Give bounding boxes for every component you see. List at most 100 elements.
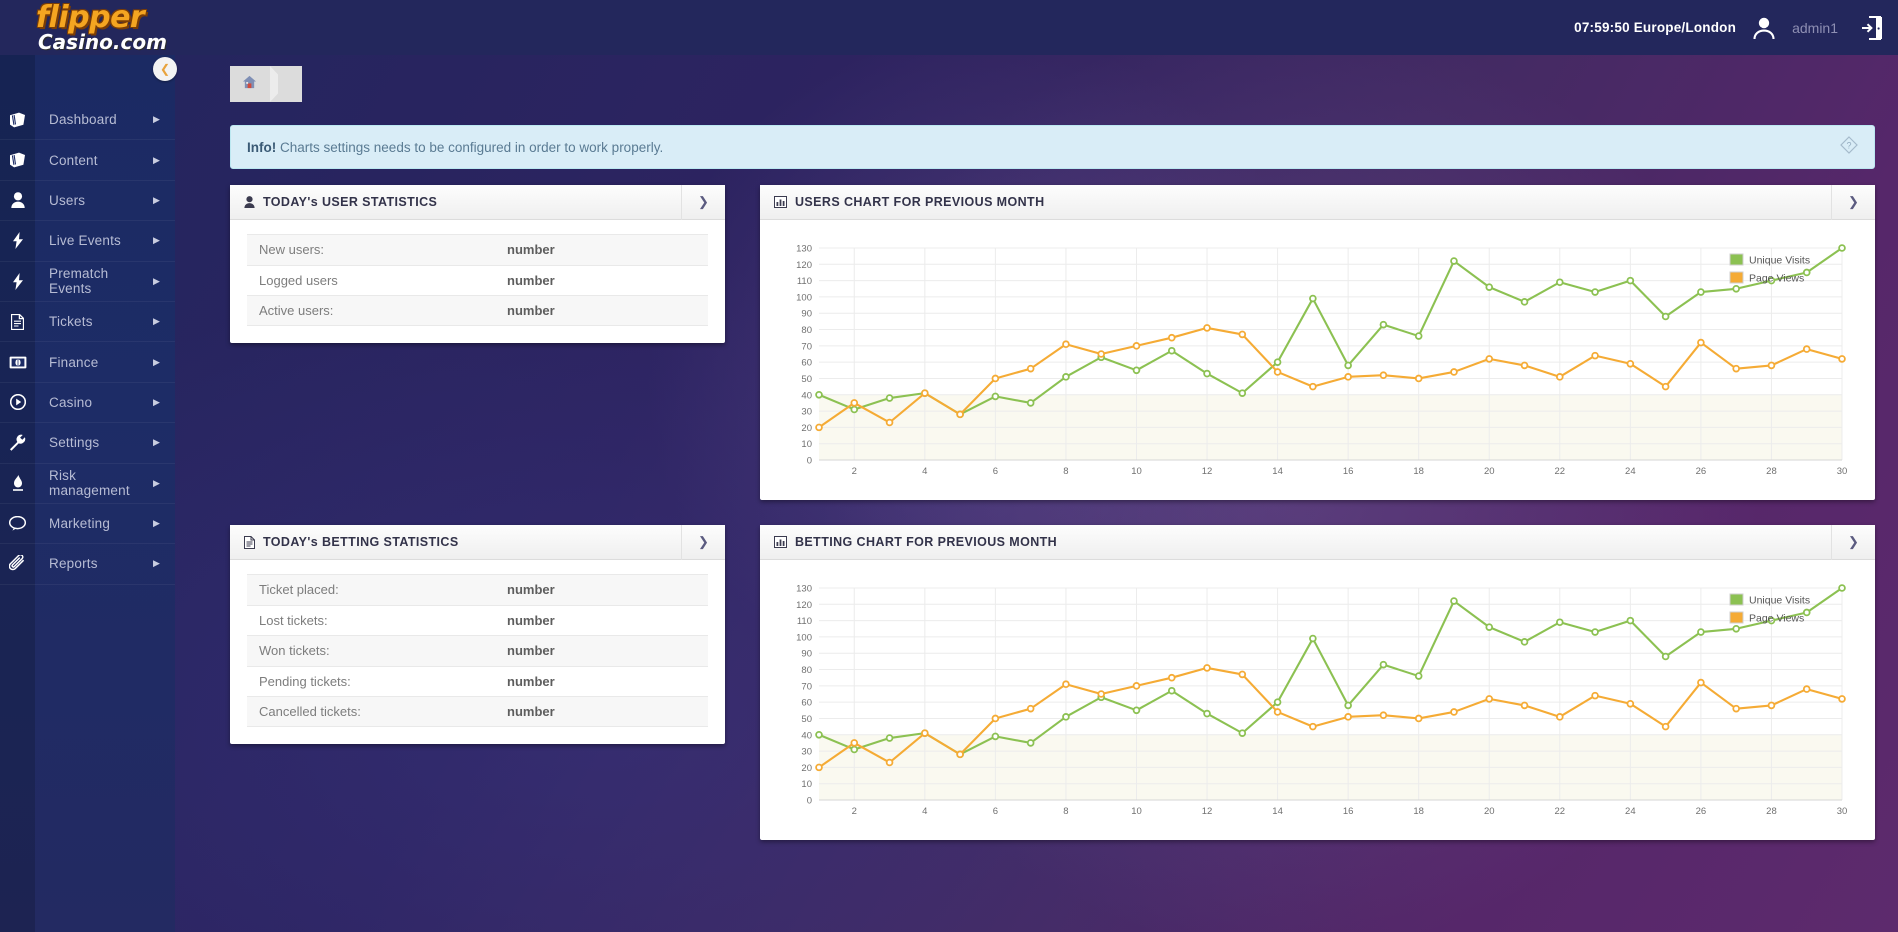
stat-row: Logged usersnumber	[247, 265, 708, 296]
panel-collapse-toggle[interactable]: ❯	[681, 525, 725, 560]
svg-text:Page Views: Page Views	[1749, 613, 1804, 625]
stat-value: number	[507, 242, 555, 257]
svg-text:50: 50	[801, 374, 812, 385]
sidebar-item-users[interactable]: Users▶	[0, 181, 175, 221]
svg-text:120: 120	[796, 260, 812, 271]
bar-chart-icon	[774, 536, 787, 548]
svg-text:14: 14	[1272, 806, 1283, 817]
svg-text:14: 14	[1272, 466, 1283, 477]
svg-text:30: 30	[1837, 806, 1848, 817]
svg-text:30: 30	[801, 407, 812, 418]
breadcrumb-home-link[interactable]	[230, 66, 268, 102]
betting-chart-plot[interactable]: 0102030405060708090100110120130246810121…	[777, 574, 1858, 826]
svg-text:30: 30	[801, 747, 812, 758]
chevron-right-icon: ▶	[153, 114, 175, 125]
sidebar-item-risk-management[interactable]: Risk management▶	[0, 464, 175, 504]
panel-users-chart: USERS CHART FOR PREVIOUS MONTH ❯ 0102030…	[760, 185, 1875, 500]
panel-today-betting-statistics: TODAY's BETTING STATISTICS ❯ Ticket plac…	[230, 525, 725, 744]
svg-text:12: 12	[1202, 806, 1213, 817]
stat-row: Pending tickets:number	[247, 666, 708, 697]
sidebar-item-label: Marketing	[35, 516, 153, 531]
chevron-down-icon: ❯	[698, 534, 709, 550]
chevron-down-icon: ❯	[698, 194, 709, 210]
chevron-right-icon: ▶	[153, 276, 175, 287]
stat-label: New users:	[247, 242, 507, 257]
users-chart-plot[interactable]: 0102030405060708090100110120130246810121…	[777, 234, 1858, 486]
sidebar-item-label: Reports	[35, 556, 153, 571]
svg-text:6: 6	[993, 806, 998, 817]
sidebar-item-dashboard[interactable]: Dashboard▶	[0, 100, 175, 140]
user-statistics-list: New users:numberLogged usersnumberActive…	[247, 234, 708, 326]
svg-text:24: 24	[1625, 806, 1636, 817]
sidebar-item-casino[interactable]: Casino▶	[0, 383, 175, 423]
svg-text:120: 120	[796, 600, 812, 611]
panel-body: New users:numberLogged usersnumberActive…	[230, 220, 725, 340]
bolt-icon	[0, 262, 35, 301]
document-icon	[244, 536, 255, 549]
svg-text:20: 20	[1484, 466, 1495, 477]
svg-text:?: ?	[1846, 140, 1851, 150]
svg-text:130: 130	[796, 584, 812, 595]
svg-text:40: 40	[801, 730, 812, 741]
svg-text:26: 26	[1696, 466, 1707, 477]
site-logo[interactable]: flipper Casino.com	[36, 4, 216, 52]
svg-text:110: 110	[797, 276, 812, 287]
sidebar-item-label: Finance	[35, 355, 153, 370]
svg-text:10: 10	[1131, 806, 1142, 817]
svg-text:22: 22	[1555, 466, 1566, 477]
document-icon	[0, 302, 35, 341]
info-alert-strong: Info!	[247, 140, 276, 155]
sidebar-item-marketing[interactable]: Marketing▶	[0, 504, 175, 544]
sidebar-item-content[interactable]: Content▶	[0, 140, 175, 180]
svg-text:20: 20	[801, 423, 812, 434]
sidebar-item-live-events[interactable]: Live Events▶	[0, 221, 175, 261]
sidebar-item-reports[interactable]: Reports▶	[0, 544, 175, 584]
sidebar-item-label: Prematch Events	[35, 266, 153, 296]
panel-collapse-toggle[interactable]: ❯	[681, 185, 725, 220]
svg-text:28: 28	[1766, 806, 1777, 817]
sidebar-item-tickets[interactable]: Tickets▶	[0, 302, 175, 342]
panel-header: TODAY's BETTING STATISTICS ❯	[230, 525, 725, 560]
panel-header: BETTING CHART FOR PREVIOUS MONTH ❯	[760, 525, 1875, 560]
chevron-right-icon: ▶	[153, 357, 175, 368]
panel-today-user-statistics: TODAY's USER STATISTICS ❯ New users:numb…	[230, 185, 725, 343]
paperclip-icon	[0, 544, 35, 583]
info-alert-text: Info! Charts settings needs to be config…	[247, 140, 663, 155]
svg-text:28: 28	[1766, 466, 1777, 477]
svg-text:Unique Visits: Unique Visits	[1749, 255, 1810, 267]
chevron-down-icon: ❯	[1848, 534, 1859, 550]
svg-text:8: 8	[1063, 466, 1068, 477]
stat-label: Lost tickets:	[247, 613, 507, 628]
bar-chart-icon	[774, 196, 787, 208]
svg-text:30: 30	[1837, 466, 1848, 477]
stat-label: Pending tickets:	[247, 674, 507, 689]
wrench-icon	[0, 423, 35, 462]
book-icon	[0, 140, 35, 179]
stat-label: Won tickets:	[247, 643, 507, 658]
svg-text:0: 0	[807, 456, 812, 467]
svg-text:90: 90	[801, 309, 812, 320]
svg-text:18: 18	[1413, 466, 1424, 477]
svg-text:Unique Visits: Unique Visits	[1749, 595, 1810, 607]
money-icon	[0, 342, 35, 381]
logout-icon[interactable]	[1852, 14, 1886, 42]
panel-collapse-toggle[interactable]: ❯	[1831, 185, 1875, 220]
sidebar-item-prematch-events[interactable]: Prematch Events▶	[0, 262, 175, 302]
username-label[interactable]: admin1	[1792, 20, 1838, 36]
help-icon[interactable]: ?	[1840, 136, 1858, 159]
svg-text:40: 40	[801, 390, 812, 401]
flame-icon	[0, 464, 35, 503]
svg-text:10: 10	[1131, 466, 1142, 477]
chevron-right-icon: ▶	[153, 316, 175, 327]
sidebar-item-settings[interactable]: Settings▶	[0, 423, 175, 463]
breadcrumb-arrow-icon	[268, 66, 302, 102]
svg-text:20: 20	[801, 763, 812, 774]
panel-collapse-toggle[interactable]: ❯	[1831, 525, 1875, 560]
stat-value: number	[507, 303, 555, 318]
chevron-down-icon: ❯	[1848, 194, 1859, 210]
sidebar-item-finance[interactable]: Finance▶	[0, 342, 175, 382]
sidebar-collapse-button[interactable]: ❮	[153, 57, 177, 81]
svg-text:24: 24	[1625, 466, 1636, 477]
svg-text:4: 4	[922, 806, 927, 817]
svg-text:70: 70	[801, 681, 812, 692]
